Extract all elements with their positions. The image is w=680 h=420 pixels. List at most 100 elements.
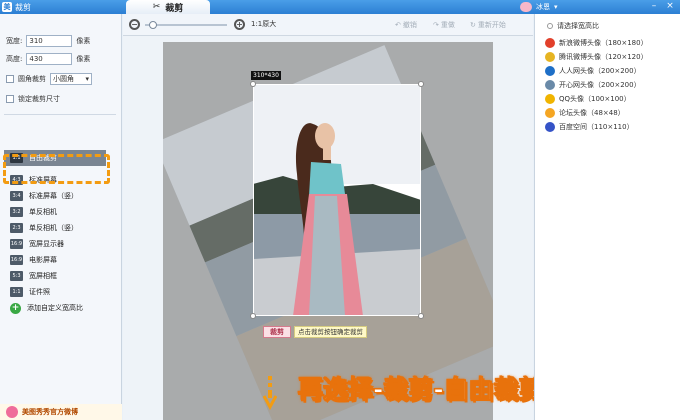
- tab-crop[interactable]: ✂ 裁剪: [126, 0, 210, 14]
- arrow-down-icon: [263, 376, 277, 410]
- ratio-label: 单反相机: [29, 208, 57, 216]
- aspect-preset-panel: 请选择宽高比 新浪微博头像（180×180） 腾讯微博头像（120×120） 人…: [534, 14, 680, 420]
- redo-label: 重做: [440, 21, 455, 29]
- user-name: 冰恩: [536, 3, 550, 11]
- photo-canvas[interactable]: 310*430 裁剪 点击裁剪按钮确定裁剪: [163, 42, 493, 420]
- height-unit: 像素: [76, 55, 91, 63]
- height-label: 高度:: [6, 55, 23, 63]
- preset-item-kaixin[interactable]: 开心网头像（200×200）: [545, 78, 679, 92]
- tutorial-caption: 再选择-裁剪-自由裁剪: [298, 375, 545, 405]
- width-input[interactable]: 310: [26, 35, 73, 47]
- chevron-down-icon: ▾: [85, 75, 89, 83]
- highlight-box: [3, 154, 110, 184]
- reset-button[interactable]: ↻ 重新开始: [470, 20, 506, 30]
- actual-size-button[interactable]: 1:1原大: [251, 19, 276, 29]
- zoom-slider[interactable]: [145, 21, 227, 29]
- undo-label: 撤销: [402, 21, 417, 29]
- ratio-icon: 2:3: [10, 223, 23, 233]
- ratio-item-dslr[interactable]: 3:2 单反相机: [4, 204, 118, 220]
- crop-settings-panel: 宽度: 310 像素 高度: 430 像素 圆角裁剪 小圆角 ▾ 锁定裁剪尺寸 …: [0, 14, 122, 420]
- scissors-icon: ✂: [152, 2, 161, 12]
- undo-icon: ↶: [395, 21, 401, 29]
- reset-icon: ↻: [470, 21, 476, 29]
- ratio-label: 单反相机（竖）: [29, 224, 78, 232]
- divider: [4, 114, 116, 115]
- app-title: 美 裁剪: [2, 1, 31, 13]
- width-row: 宽度: 310 像素: [6, 34, 90, 48]
- crop-handle-top-left[interactable]: [250, 81, 256, 87]
- preset-label: 新浪微博头像（180×180）: [559, 39, 648, 47]
- preset-item-baidu[interactable]: 百度空间（110×110）: [545, 120, 679, 134]
- user-menu[interactable]: 冰恩 ▾: [520, 1, 558, 13]
- crop-area[interactable]: 310*430: [250, 71, 424, 319]
- crop-handle-bottom-left[interactable]: [250, 313, 256, 319]
- chevron-down-icon: ▾: [554, 3, 558, 11]
- app-logo-icon: 美: [2, 2, 12, 12]
- width-unit: 像素: [76, 37, 91, 45]
- preset-item-renren[interactable]: 人人网头像（200×200）: [545, 64, 679, 78]
- ratio-label: 证件照: [29, 288, 50, 296]
- ratio-item-widescreen[interactable]: 16:9 宽屏显示器: [4, 236, 118, 252]
- preset-label: 人人网头像（200×200）: [559, 67, 641, 75]
- preset-title: 请选择宽高比: [547, 21, 599, 31]
- ratio-item-wide-frame[interactable]: 5:3 宽屏相框: [4, 268, 118, 284]
- redo-icon: ↷: [433, 21, 439, 29]
- ratio-item-standard-portrait[interactable]: 3:4 标准屏幕（竖）: [4, 188, 118, 204]
- preset-item-qq[interactable]: QQ头像（100×100）: [545, 92, 679, 106]
- tencent-weibo-icon: [545, 52, 555, 62]
- ratio-item-dslr-portrait[interactable]: 2:3 单反相机（竖）: [4, 220, 118, 236]
- preset-label: 百度空间（110×110）: [559, 123, 634, 131]
- width-label: 宽度:: [6, 37, 23, 45]
- ratio-icon: 16:9: [10, 255, 23, 265]
- lock-size-label: 锁定裁剪尺寸: [18, 95, 60, 103]
- crop-frame[interactable]: [253, 84, 421, 316]
- round-corner-select[interactable]: 小圆角 ▾: [50, 73, 92, 85]
- crop-confirm-button[interactable]: 裁剪: [263, 326, 291, 338]
- round-corner-row: 圆角裁剪 小圆角 ▾: [6, 72, 92, 86]
- preset-item-forum[interactable]: 论坛头像（48×48）: [545, 106, 679, 120]
- ratio-item-movie[interactable]: 16:9 电影屏幕: [4, 252, 118, 268]
- zoom-out-icon[interactable]: −: [129, 19, 140, 30]
- ratio-item-id-photo[interactable]: 1:1 证件照: [4, 284, 118, 300]
- redo-button[interactable]: ↷ 重做: [433, 20, 455, 30]
- reset-label: 重新开始: [477, 21, 506, 29]
- zoom-slider-thumb[interactable]: [148, 21, 157, 29]
- undo-button[interactable]: ↶ 撤销: [395, 20, 417, 30]
- meitu-logo-icon: [6, 406, 18, 418]
- ratio-icon: 1:1: [10, 287, 23, 297]
- crop-handle-top-right[interactable]: [418, 81, 424, 87]
- preset-list: 新浪微博头像（180×180） 腾讯微博头像（120×120） 人人网头像（20…: [545, 36, 679, 134]
- height-input[interactable]: 430: [26, 53, 73, 65]
- ratio-icon: 16:9: [10, 239, 23, 249]
- lock-size-checkbox[interactable]: [6, 95, 14, 103]
- add-custom-ratio-label: 添加自定义宽高比: [27, 304, 83, 312]
- preset-title-text: 请选择宽高比: [557, 22, 599, 30]
- crop-size-label: 310*430: [251, 71, 281, 80]
- ratio-icon: 3:2: [10, 207, 23, 217]
- preset-item-sina-weibo[interactable]: 新浪微博头像（180×180）: [545, 36, 679, 50]
- ratio-icon: 3:4: [10, 191, 23, 201]
- round-corner-label: 圆角裁剪: [18, 75, 46, 83]
- round-corner-checkbox[interactable]: [6, 75, 14, 83]
- info-icon: [547, 23, 553, 29]
- weibo-promo-link[interactable]: 美图秀秀官方微博: [0, 404, 122, 420]
- preset-label: 论坛头像（48×48）: [559, 109, 625, 117]
- close-icon[interactable]: ×: [664, 1, 676, 12]
- baidu-icon: [545, 122, 555, 132]
- height-row: 高度: 430 像素: [6, 52, 90, 66]
- zoom-in-icon[interactable]: +: [234, 19, 245, 30]
- minimize-icon[interactable]: –: [648, 1, 660, 12]
- ratio-label: 标准屏幕（竖）: [29, 192, 78, 200]
- canvas-area: 310*430 裁剪 点击裁剪按钮确定裁剪 再选择-裁剪-自由裁剪: [123, 36, 544, 420]
- weibo-icon: [545, 38, 555, 48]
- app-title-text: 裁剪: [15, 2, 31, 12]
- ratio-label: 电影屏幕: [29, 256, 57, 264]
- forum-icon: [545, 108, 555, 118]
- qq-icon: [545, 94, 555, 104]
- ratio-label: 宽屏相框: [29, 272, 57, 280]
- preset-item-tencent-weibo[interactable]: 腾讯微博头像（120×120）: [545, 50, 679, 64]
- crop-handle-bottom-right[interactable]: [418, 313, 424, 319]
- plus-icon: +: [10, 302, 21, 314]
- add-custom-ratio-button[interactable]: + 添加自定义宽高比: [4, 300, 118, 316]
- kaixin-icon: [545, 80, 555, 90]
